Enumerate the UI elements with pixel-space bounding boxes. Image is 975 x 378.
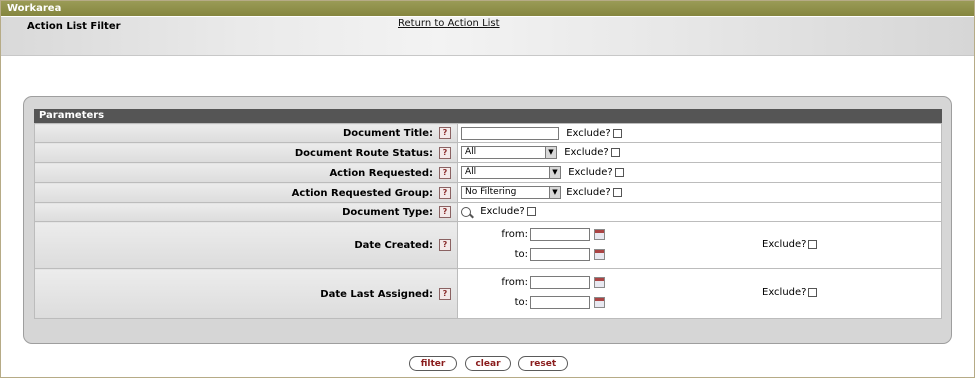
reset-button[interactable]: reset [518, 356, 568, 371]
document-title-exclude-label: Exclude? [566, 127, 611, 139]
row-date-last-assigned: Date Last Assigned:? from: to: Exclude? [34, 268, 942, 319]
date-created-from-label: from: [501, 229, 528, 240]
parameters-table: Document Title:? Exclude? Document Route… [34, 123, 942, 319]
document-route-status-exclude-checkbox[interactable] [610, 148, 620, 157]
action-requested-group-exclude-label: Exclude? [566, 187, 611, 198]
page-frame: Workarea Action List Filter Return to Ac… [0, 0, 975, 378]
calendar-icon[interactable] [594, 296, 605, 308]
magnifier-icon[interactable] [461, 206, 471, 217]
chevron-down-icon: ▼ [545, 147, 556, 158]
action-requested-group-value: No Filtering [465, 187, 517, 197]
date-created-exclude: Exclude? [762, 239, 818, 250]
calendar-icon[interactable] [594, 276, 605, 288]
document-title-label: Document Title: [342, 128, 433, 139]
help-icon[interactable]: ? [439, 166, 451, 179]
page-title: Action List Filter [27, 21, 121, 32]
help-icon[interactable]: ? [439, 239, 451, 251]
date-last-assigned-range: from: to: [498, 273, 605, 313]
row-action-requested: Action Requested:? All ▼ Exclude? [34, 162, 942, 183]
document-title-input[interactable] [461, 126, 559, 140]
workarea-bar: Workarea [1, 1, 974, 16]
action-requested-select[interactable]: All ▼ [461, 166, 561, 179]
action-requested-group-label: Action Requested Group: [291, 187, 433, 199]
help-icon[interactable]: ? [439, 186, 451, 199]
document-route-status-value: All [465, 147, 477, 157]
date-created-range: from: to: [498, 225, 605, 265]
row-document-type: Document Type:? Exclude? [34, 202, 942, 222]
action-requested-exclude-label: Exclude? [568, 167, 613, 178]
calendar-icon[interactable] [594, 228, 605, 240]
row-action-requested-group: Action Requested Group:? No Filtering ▼ E… [34, 182, 942, 203]
row-date-created: Date Created:? from: to: Exclude? [34, 221, 942, 269]
help-icon[interactable]: ? [439, 127, 451, 139]
date-created-exclude-checkbox[interactable] [808, 239, 818, 249]
date-created-label: Date Created: [354, 240, 433, 251]
return-to-action-list-link[interactable]: Return to Action List [398, 18, 500, 29]
document-type-label: Document Type: [342, 207, 433, 218]
parameters-header: Parameters [34, 109, 942, 123]
workarea-title: Workarea [7, 3, 62, 14]
parameters-panel: Parameters Document Title:? Exclude? Doc… [23, 96, 952, 344]
date-created-from-input[interactable] [530, 227, 590, 241]
document-route-status-select[interactable]: All ▼ [461, 146, 557, 159]
document-type-exclude-checkbox[interactable] [526, 207, 536, 217]
clear-button[interactable]: clear [465, 356, 511, 371]
action-requested-exclude-checkbox[interactable] [614, 168, 624, 177]
date-last-assigned-to-input[interactable] [530, 295, 590, 309]
action-requested-group-exclude-checkbox[interactable] [612, 188, 622, 197]
chevron-down-icon: ▼ [549, 187, 560, 198]
document-type-exclude-label: Exclude? [480, 206, 525, 218]
date-created-to-input[interactable] [530, 247, 590, 261]
date-created-exclude-label: Exclude? [762, 239, 807, 250]
chevron-down-icon: ▼ [549, 167, 560, 178]
date-last-assigned-to-label: to: [514, 297, 528, 308]
date-last-assigned-exclude-label: Exclude? [762, 287, 807, 298]
help-icon[interactable]: ? [439, 206, 451, 218]
date-last-assigned-from-label: from: [501, 277, 528, 288]
date-created-to-label: to: [514, 249, 528, 260]
document-route-status-exclude-label: Exclude? [564, 147, 609, 158]
help-icon[interactable]: ? [439, 146, 451, 159]
date-last-assigned-from-input[interactable] [530, 275, 590, 289]
action-requested-group-select[interactable]: No Filtering ▼ [461, 186, 561, 199]
calendar-icon[interactable] [594, 248, 605, 260]
document-title-exclude-checkbox[interactable] [612, 128, 622, 138]
row-document-title: Document Title:? Exclude? [34, 123, 942, 143]
document-route-status-label: Document Route Status: [294, 147, 433, 159]
date-last-assigned-exclude-checkbox[interactable] [808, 287, 818, 297]
row-document-route-status: Document Route Status:? All ▼ Exclude? [34, 142, 942, 163]
date-last-assigned-label: Date Last Assigned: [320, 288, 433, 300]
action-requested-label: Action Requested: [329, 167, 433, 179]
filter-button[interactable]: filter [409, 356, 457, 371]
date-last-assigned-exclude: Exclude? [762, 287, 818, 298]
help-icon[interactable]: ? [439, 287, 451, 300]
action-requested-value: All [465, 167, 477, 177]
